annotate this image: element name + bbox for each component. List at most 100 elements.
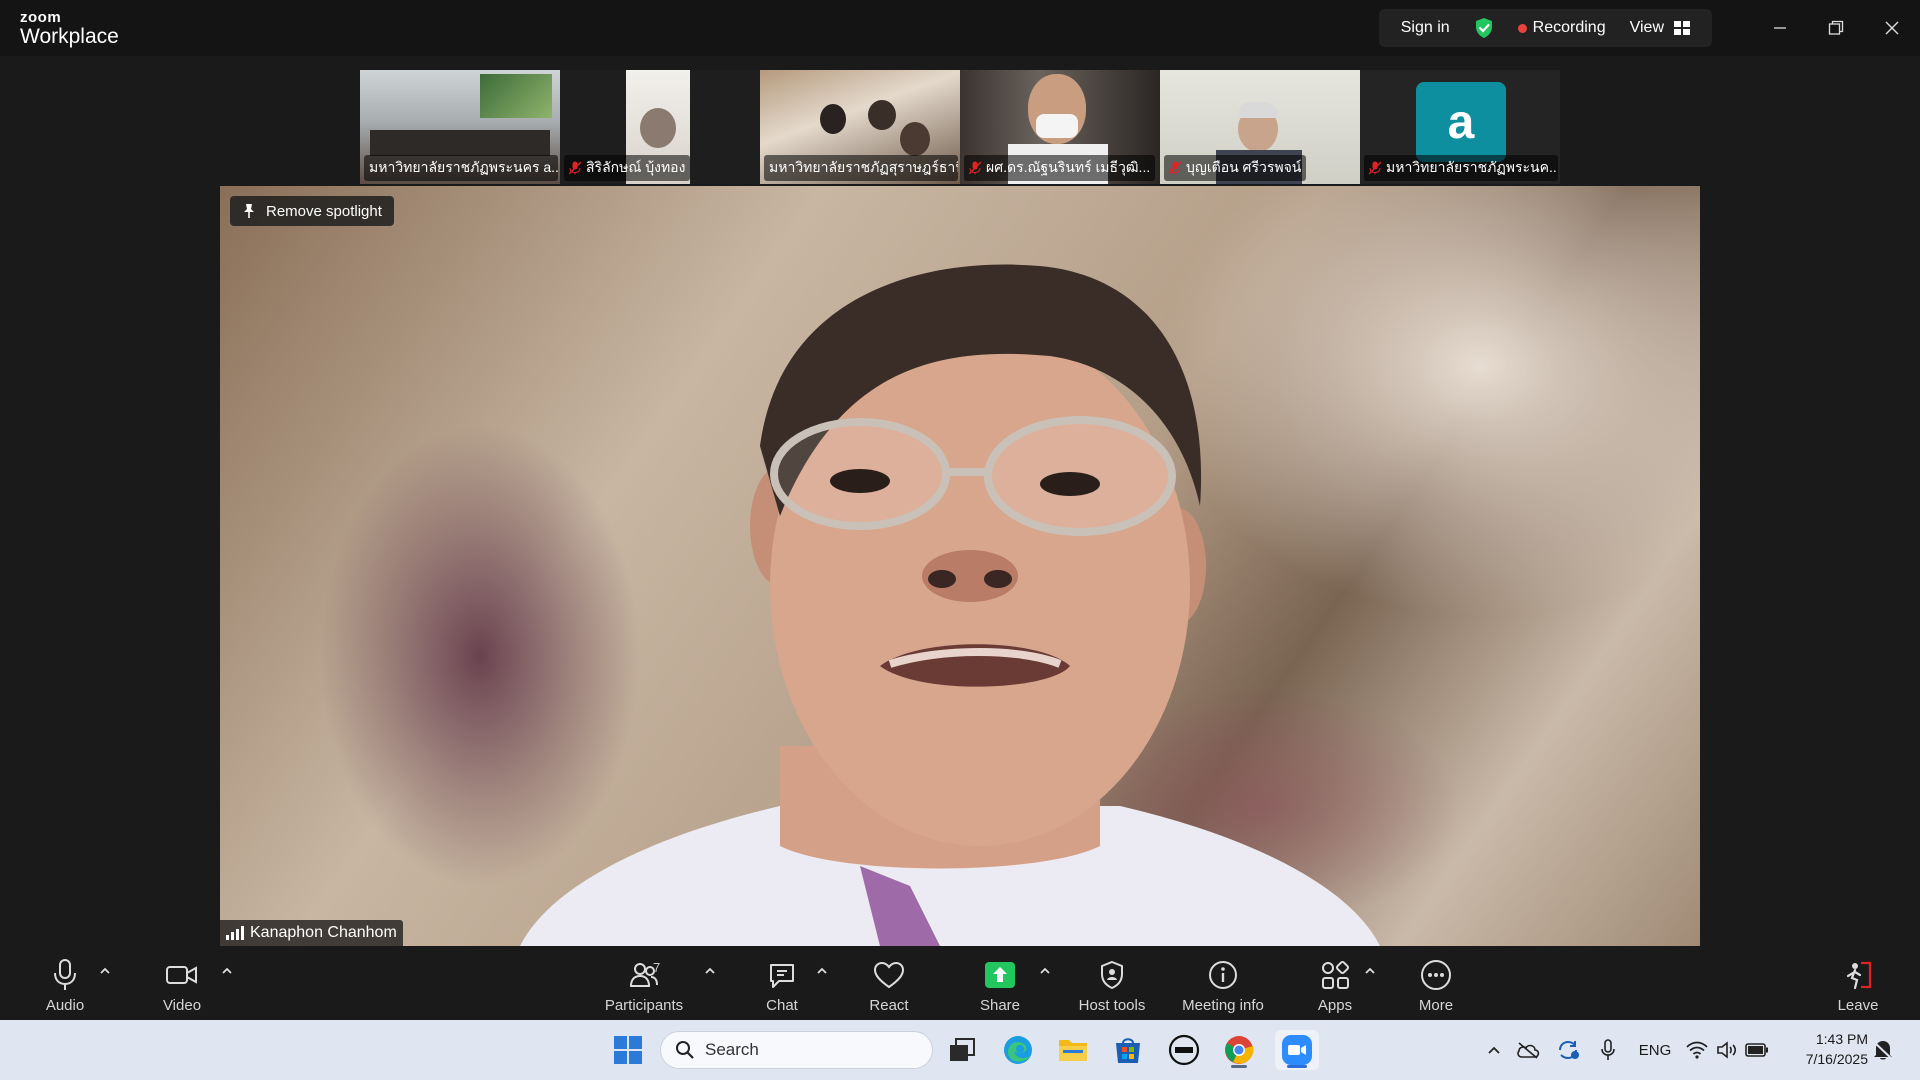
- participants-options-chevron-up-icon[interactable]: [704, 966, 716, 976]
- leave-button[interactable]: Leave: [1836, 946, 1880, 1020]
- spotlight-video[interactable]: Remove spotlight Kanaphon Chanhom: [220, 186, 1700, 946]
- volume-icon[interactable]: [1712, 1041, 1742, 1059]
- taskbar-zoom[interactable]: [1275, 1030, 1319, 1070]
- react-label: React: [869, 997, 909, 1014]
- audio-button[interactable]: Audio: [40, 946, 90, 1020]
- chrome-browser-icon: [1225, 1036, 1254, 1064]
- brand-large: Workplace: [20, 25, 119, 48]
- participant-name: บุญเตือน ศรีวรพจน์: [1164, 155, 1307, 181]
- participant-name: สิริลักษณ์ บุ้งทอง: [564, 155, 691, 181]
- close-icon: [1885, 21, 1899, 35]
- show-hidden-icons-chevron-up-icon[interactable]: [1480, 1045, 1508, 1055]
- sync-icon[interactable]: [1548, 1039, 1588, 1061]
- dell-logo-icon: [1168, 1034, 1200, 1066]
- video-options-chevron-up-icon[interactable]: [221, 966, 233, 976]
- recording-indicator[interactable]: Recording: [1506, 9, 1618, 47]
- brand-small: zoom: [20, 9, 62, 26]
- participants-button[interactable]: 7 Participants: [598, 946, 690, 1020]
- meeting-info-button[interactable]: Meeting info: [1176, 946, 1270, 1020]
- title-bar: zoom Workplace Sign in Recording View: [0, 0, 1920, 56]
- minimize-button[interactable]: [1752, 0, 1808, 56]
- conference-table: [370, 130, 550, 156]
- chat-label: Chat: [766, 997, 798, 1014]
- grid-view-icon: [1674, 21, 1690, 35]
- speaker-name: Kanaphon Chanhom: [250, 924, 397, 941]
- view-label: View: [1629, 19, 1664, 36]
- remove-spotlight-label: Remove spotlight: [266, 202, 382, 220]
- restore-button[interactable]: [1808, 0, 1864, 56]
- video-button[interactable]: Video: [156, 946, 208, 1020]
- wifi-icon[interactable]: [1682, 1041, 1712, 1059]
- system-clock[interactable]: 1:43 PM 7/16/2025: [1806, 1029, 1868, 1069]
- windows-taskbar: Search ENG 1:43 PM 7/16/2025: [0, 1020, 1920, 1080]
- microphone-in-use-icon[interactable]: [1588, 1039, 1628, 1061]
- apps-label: Apps: [1317, 997, 1353, 1014]
- participant-gallery: มหาวิทยาลัยราชภัฏพระนคร a... สิริลักษณ์ …: [360, 70, 1560, 184]
- face-mask: [1036, 114, 1078, 138]
- taskbar-microsoft-store[interactable]: [1108, 1030, 1148, 1070]
- participant-name: มหาวิทยาลัยราชภัฏพระนคร a...: [364, 155, 558, 181]
- restore-icon: [1828, 20, 1844, 35]
- participant-tile[interactable]: ผศ.ดร.ณัฐนรินทร์ เมธีวุฒิ...: [960, 70, 1160, 184]
- active-app-indicator: [1287, 1065, 1307, 1068]
- more-button[interactable]: More: [1414, 946, 1458, 1020]
- muted-mic-icon: [1169, 161, 1181, 175]
- notifications-button[interactable]: [1866, 1030, 1900, 1070]
- more-dots-icon: [1421, 960, 1451, 990]
- share-button[interactable]: Share: [974, 946, 1026, 1020]
- pin-icon: [244, 204, 254, 218]
- notification-bell-icon: [1873, 1041, 1893, 1060]
- apps-options-chevron-up-icon[interactable]: [1364, 966, 1376, 976]
- recording-dot-icon: [1517, 23, 1527, 33]
- taskbar-file-explorer[interactable]: [1053, 1030, 1093, 1070]
- heart-icon: [873, 961, 905, 989]
- participant-tile[interactable]: a มหาวิทยาลัยราชภัฏพระนค...: [1360, 70, 1560, 184]
- chat-bubble-icon: [770, 964, 794, 988]
- task-view-button[interactable]: [942, 1030, 982, 1070]
- audio-options-chevron-up-icon[interactable]: [99, 966, 111, 976]
- participants-label: Participants: [604, 997, 684, 1014]
- participant-tile[interactable]: มหาวิทยาลัยราชภัฏสุราษฎร์ธานี: [760, 70, 960, 184]
- more-label: More: [1418, 997, 1454, 1014]
- speaker-name-tag: Kanaphon Chanhom: [220, 920, 403, 946]
- remove-spotlight-button[interactable]: Remove spotlight: [230, 196, 394, 226]
- taskbar-dell[interactable]: [1164, 1030, 1204, 1070]
- react-button[interactable]: React: [864, 946, 914, 1020]
- system-tray: ENG: [1480, 1020, 1772, 1080]
- view-button[interactable]: View: [1618, 9, 1702, 47]
- share-options-chevron-up-icon[interactable]: [1039, 966, 1051, 976]
- signal-strength-icon: [226, 926, 244, 940]
- battery-icon[interactable]: [1742, 1043, 1772, 1057]
- onedrive-cloud-off-icon[interactable]: [1508, 1041, 1548, 1059]
- chat-button[interactable]: Chat: [758, 946, 806, 1020]
- taskbar-edge[interactable]: [998, 1030, 1038, 1070]
- close-window-button[interactable]: [1864, 0, 1920, 56]
- recording-label: Recording: [1532, 19, 1606, 36]
- host-tools-label: Host tools: [1078, 997, 1146, 1014]
- apps-button[interactable]: Apps: [1312, 946, 1358, 1020]
- hair: [1238, 102, 1278, 118]
- share-label: Share: [979, 997, 1021, 1014]
- person: [868, 100, 896, 130]
- participant-tile[interactable]: สิริลักษณ์ บุ้งทอง: [560, 70, 760, 184]
- audio-label: Audio: [45, 997, 85, 1014]
- task-view-icon: [950, 1038, 975, 1061]
- shield-icon: [1101, 960, 1123, 990]
- painting: [480, 74, 552, 118]
- video-label: Video: [162, 997, 202, 1014]
- sign-in-button[interactable]: Sign in: [1389, 9, 1462, 47]
- encryption-shield-icon[interactable]: [1462, 9, 1506, 47]
- muted-mic-icon: [569, 161, 581, 175]
- header-actions: Sign in Recording View: [1378, 9, 1712, 47]
- meeting-toolbar: Audio Video 7 Participants Chat React Sh…: [0, 946, 1920, 1020]
- leave-label: Leave: [1837, 997, 1879, 1014]
- host-tools-button[interactable]: Host tools: [1074, 946, 1150, 1020]
- participant-tile[interactable]: บุญเตือน ศรีวรพจน์: [1160, 70, 1360, 184]
- input-language-indicator[interactable]: ENG: [1628, 1042, 1682, 1059]
- taskbar-chrome[interactable]: [1219, 1030, 1259, 1070]
- start-button[interactable]: [608, 1030, 648, 1070]
- participant-tile[interactable]: มหาวิทยาลัยราชภัฏพระนคร a...: [360, 70, 560, 184]
- chat-options-chevron-up-icon[interactable]: [816, 966, 828, 976]
- search-placeholder: Search: [705, 1040, 759, 1059]
- taskbar-search-box[interactable]: Search: [660, 1031, 933, 1069]
